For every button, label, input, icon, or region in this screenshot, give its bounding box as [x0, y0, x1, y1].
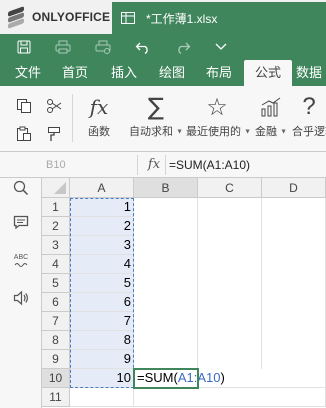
cell-a1[interactable]: 1 — [70, 198, 134, 217]
name-box[interactable]: B10 — [42, 155, 138, 175]
row-header[interactable]: 7 — [42, 312, 70, 331]
row-header[interactable]: 4 — [42, 255, 70, 274]
column-header-d[interactable]: D — [262, 178, 326, 198]
financial-chart-icon — [254, 94, 288, 120]
column-header-b[interactable]: B — [134, 178, 198, 198]
cell-a11[interactable] — [70, 388, 134, 407]
chevron-down-icon: ▼ — [244, 128, 251, 136]
title-bar: ONLYOFFICE *工作薄1.xlsx — [0, 0, 326, 34]
insert-function-icon[interactable]: fx — [145, 156, 163, 174]
cell-a7[interactable]: 7 — [70, 312, 134, 331]
row-header[interactable]: 5 — [42, 274, 70, 293]
autosum-button[interactable]: ∑ 自动求和 ▼ — [128, 93, 184, 146]
app-logo: ONLYOFFICE — [6, 6, 111, 29]
question-icon: ? — [302, 94, 316, 120]
logical-label: 合乎逻辑 — [292, 126, 326, 138]
cell-a5[interactable]: 5 — [70, 274, 134, 293]
sigma-icon: ∑ — [147, 93, 165, 121]
select-all-corner[interactable] — [42, 178, 70, 198]
formula-suffix: ) — [220, 370, 225, 385]
quick-access-toolbar — [0, 34, 326, 60]
row-header[interactable]: 8 — [42, 331, 70, 350]
chevron-down-icon: ▼ — [280, 128, 287, 136]
comment-icon[interactable] — [11, 212, 31, 232]
tab-formula[interactable]: 公式 — [244, 60, 292, 86]
chevron-down-icon: ▼ — [176, 128, 183, 136]
financial-label: 金融 — [255, 126, 277, 138]
cells-column-d[interactable] — [262, 198, 326, 388]
spreadsheet-icon — [120, 11, 136, 25]
save-icon[interactable] — [16, 39, 32, 55]
logical-button[interactable]: ? 合乎逻辑 — [292, 94, 326, 146]
row-header[interactable]: 6 — [42, 293, 70, 312]
formula-bar: B10 fx =SUM(A1:A10) — [0, 152, 326, 178]
format-painter-icon[interactable] — [44, 124, 64, 144]
recently-used-label: 最近使用的 — [186, 126, 241, 138]
print-icon[interactable] — [55, 39, 71, 55]
column-header-a[interactable]: A — [70, 178, 134, 198]
ribbon-separator — [72, 94, 73, 142]
cell-a2[interactable]: 2 — [70, 217, 134, 236]
copy-icon[interactable] — [14, 96, 34, 116]
cut-icon[interactable] — [44, 96, 64, 116]
document-title: *工作薄1.xlsx — [146, 11, 218, 26]
insert-function-button[interactable]: fx 函数 — [80, 94, 118, 146]
formula-reference: A1:A10 — [177, 370, 221, 385]
formula-input[interactable]: =SUM(A1:A10) — [165, 155, 326, 175]
row-header[interactable]: 11 — [42, 388, 70, 407]
cell-a9[interactable]: 9 — [70, 350, 134, 369]
onlyoffice-logo-icon — [6, 6, 26, 29]
tab-insert[interactable]: 插入 — [101, 60, 147, 86]
column-header-c[interactable]: C — [198, 178, 262, 198]
redo-icon[interactable] — [175, 39, 191, 55]
document-tab[interactable]: *工作薄1.xlsx — [112, 2, 326, 34]
undo-icon[interactable] — [135, 39, 151, 55]
paste-icon[interactable] — [14, 124, 34, 144]
app-name: ONLYOFFICE — [32, 10, 111, 24]
insert-function-label: 函数 — [88, 126, 110, 138]
cell-a3[interactable]: 3 — [70, 236, 134, 255]
speaker-icon[interactable] — [11, 288, 31, 308]
quick-print-icon[interactable] — [95, 39, 111, 55]
cell-a6[interactable]: 6 — [70, 293, 134, 312]
row-header[interactable]: 3 — [42, 236, 70, 255]
ribbon-toolbar: fx 函数 ∑ 自动求和 ▼ ☆ 最近使用的 ▼ 金融 ▼ ? 合乎逻辑 — [0, 86, 326, 152]
left-panel: ABC — [0, 178, 42, 408]
tab-data[interactable]: 数据 — [296, 60, 326, 86]
ribbon-tabs: 文件 首页 插入 绘图 布局 公式 数据 — [0, 60, 326, 86]
tab-file[interactable]: 文件 — [6, 60, 50, 86]
tab-layout[interactable]: 布局 — [196, 60, 242, 86]
chevron-down-icon[interactable] — [213, 39, 229, 55]
tab-home[interactable]: 首页 — [52, 60, 98, 86]
formula-prefix: =SUM( — [137, 370, 178, 385]
star-icon: ☆ — [206, 93, 228, 121]
cell-b10-editor[interactable]: =SUM(A1:A10) — [134, 369, 326, 388]
cells-column-c[interactable] — [198, 198, 262, 388]
financial-button[interactable]: 金融 ▼ — [254, 94, 288, 146]
cells-column-b[interactable] — [134, 198, 198, 369]
function-icon: fx — [89, 95, 109, 119]
spellcheck-icon[interactable]: ABC — [11, 250, 31, 270]
tab-draw[interactable]: 绘图 — [149, 60, 195, 86]
row-header[interactable]: 2 — [42, 217, 70, 236]
search-icon[interactable] — [11, 178, 31, 198]
spellcheck-label: ABC — [13, 253, 29, 261]
cell-a4[interactable]: 4 — [70, 255, 134, 274]
recently-used-button[interactable]: ☆ 最近使用的 ▼ — [186, 93, 251, 146]
cells-row-11[interactable] — [134, 388, 326, 407]
row-header[interactable]: 10 — [42, 369, 70, 388]
spreadsheet-grid[interactable]: A B C D 1 2 3 4 5 6 7 8 9 10 11 1 2 3 4 … — [42, 178, 326, 408]
cell-a10[interactable]: 10 — [70, 369, 134, 388]
row-header[interactable]: 9 — [42, 350, 70, 369]
row-header[interactable]: 1 — [42, 198, 70, 217]
autosum-label: 自动求和 — [129, 126, 173, 138]
cell-a8[interactable]: 8 — [70, 331, 134, 350]
